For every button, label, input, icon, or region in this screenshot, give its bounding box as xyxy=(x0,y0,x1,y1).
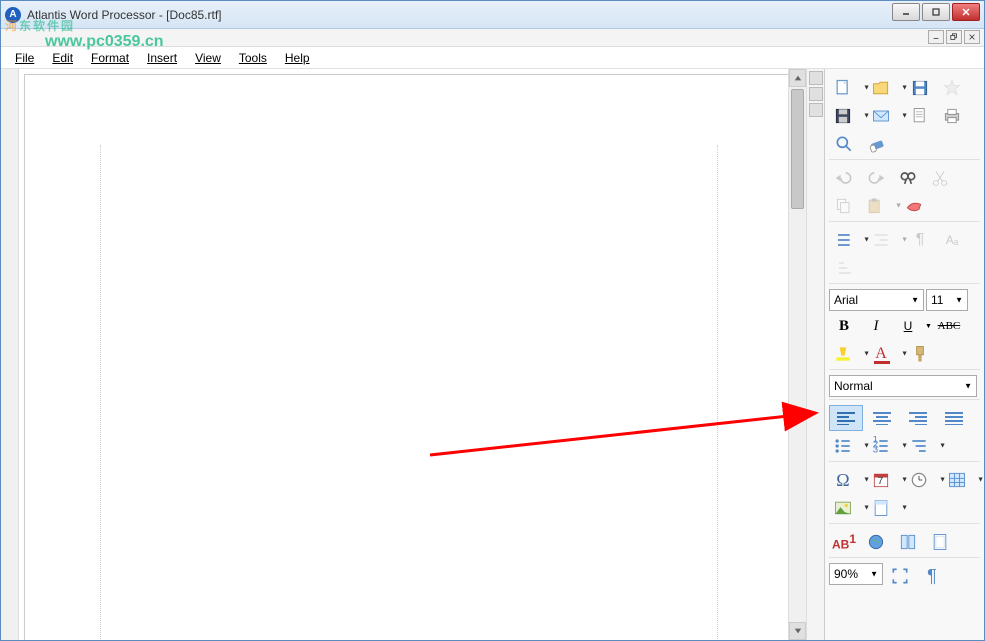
new-document-button[interactable]: ▼ xyxy=(829,75,865,101)
vertical-scrollbar[interactable] xyxy=(788,69,806,640)
superscript-button[interactable]: AB1 xyxy=(829,529,859,555)
font-color-button[interactable]: A▼ xyxy=(867,341,903,367)
zoom-row: 90%▼ ¶ xyxy=(829,561,980,591)
save-as-button[interactable]: ▼ xyxy=(829,103,865,129)
align-row: ▼ 123▼ ▼ xyxy=(829,403,980,462)
style-row: Normal▼ xyxy=(829,373,980,400)
file-row: ▼ ▼ ▼ ▼ xyxy=(829,73,980,160)
print-preview-button[interactable] xyxy=(905,103,935,129)
mdi-restore-button[interactable] xyxy=(946,30,962,44)
svg-text:7: 7 xyxy=(878,476,884,487)
font-size-combo[interactable]: 11▼ xyxy=(926,289,968,311)
zoom-tool-button[interactable] xyxy=(829,131,859,157)
content-area: ▼ ▼ ▼ ▼ ▼ ▼ ▼ xyxy=(1,69,984,640)
underline-dropdown[interactable]: ▼ xyxy=(925,323,932,330)
align-right-button[interactable] xyxy=(901,405,935,431)
page-layout-button[interactable] xyxy=(925,529,955,555)
change-case-button[interactable]: Aₐ xyxy=(937,227,967,253)
paragraph-tools-row: ▼ ▼ ¶ Aₐ xyxy=(829,225,980,284)
menu-format[interactable]: Format xyxy=(83,49,137,67)
bold-button[interactable]: B xyxy=(829,313,859,339)
insert-picture-button[interactable]: ▼ xyxy=(829,495,865,521)
maximize-button[interactable] xyxy=(922,3,950,21)
redo-button[interactable] xyxy=(861,165,891,191)
view-mode-3-icon[interactable] xyxy=(809,103,823,117)
undo-button[interactable] xyxy=(829,165,859,191)
scroll-track[interactable] xyxy=(789,87,806,622)
menu-insert[interactable]: Insert xyxy=(139,49,185,67)
show-marks-button[interactable]: ¶ xyxy=(905,227,935,253)
mdi-close-button[interactable] xyxy=(964,30,980,44)
strikethrough-button[interactable]: ABC xyxy=(934,313,964,339)
menu-bar: File Edit Format Insert View Tools Help xyxy=(1,47,984,69)
insert-time-button[interactable]: ▼ xyxy=(905,467,941,493)
document-page[interactable] xyxy=(24,74,788,640)
show-paragraph-button[interactable]: ¶ xyxy=(917,563,947,589)
scroll-up-button[interactable] xyxy=(789,69,806,87)
cut-button[interactable] xyxy=(925,165,955,191)
close-button[interactable] xyxy=(952,3,980,21)
find-button[interactable] xyxy=(893,165,923,191)
columns-button[interactable] xyxy=(893,529,923,555)
zoom-combo[interactable]: 90%▼ xyxy=(829,563,883,585)
document-area xyxy=(1,69,824,640)
minimize-button[interactable] xyxy=(892,3,920,21)
mdi-controls xyxy=(1,29,984,47)
open-document-button[interactable]: ▼ xyxy=(867,75,903,101)
window-title: Atlantis Word Processor - [Doc85.rtf] xyxy=(27,8,222,22)
font-name-combo[interactable]: Arial▼ xyxy=(829,289,924,311)
format-painter-button[interactable] xyxy=(905,341,935,367)
insert-table-button[interactable]: ▼ xyxy=(943,467,979,493)
svg-text:3: 3 xyxy=(873,445,879,456)
italic-button[interactable]: I xyxy=(861,313,891,339)
insert-symbol-button[interactable]: Ω▼ xyxy=(829,467,865,493)
menu-tools[interactable]: Tools xyxy=(231,49,275,67)
menu-help[interactable]: Help xyxy=(277,49,318,67)
scroll-down-button[interactable] xyxy=(789,622,806,640)
insert-header-button[interactable]: ▼ xyxy=(867,495,903,521)
main-window: A Atlantis Word Processor - [Doc85.rtf] … xyxy=(0,0,985,641)
font-row: Arial▼ 11▼ B I U ▼ ABC ▼ A▼ xyxy=(829,287,980,370)
align-center-button[interactable] xyxy=(865,405,899,431)
fullscreen-button[interactable] xyxy=(885,563,915,589)
underline-button[interactable]: U xyxy=(893,313,923,339)
menu-edit[interactable]: Edit xyxy=(44,49,81,67)
email-button[interactable]: ▼ xyxy=(867,103,903,129)
line-spacing-button[interactable]: ▼ xyxy=(829,227,865,253)
indent-button[interactable]: ▼ xyxy=(867,227,903,253)
side-view-icons xyxy=(806,69,824,640)
highlight-color-button[interactable]: ▼ xyxy=(829,341,865,367)
view-mode-1-icon[interactable] xyxy=(809,71,823,85)
save-button[interactable] xyxy=(905,75,935,101)
copy-button[interactable] xyxy=(829,193,859,219)
print-button[interactable] xyxy=(937,103,967,129)
tool-panel: ▼ ▼ ▼ ▼ ▼ ▼ ▼ xyxy=(824,69,984,640)
sort-button[interactable] xyxy=(829,255,859,281)
menu-view[interactable]: View xyxy=(187,49,229,67)
style-combo[interactable]: Normal▼ xyxy=(829,375,977,397)
globe-button[interactable] xyxy=(861,529,891,555)
bullet-list-button[interactable]: ▼ xyxy=(829,433,865,459)
left-gutter xyxy=(1,69,19,640)
scroll-thumb[interactable] xyxy=(791,89,804,209)
page-view[interactable] xyxy=(19,69,788,640)
eraser-button[interactable] xyxy=(861,131,891,157)
numbered-list-button[interactable]: 123▼ xyxy=(867,433,903,459)
view-mode-2-icon[interactable] xyxy=(809,87,823,101)
menu-file[interactable]: File xyxy=(7,49,42,67)
app-icon: A xyxy=(5,7,21,23)
window-controls xyxy=(892,3,980,21)
delete-button[interactable] xyxy=(899,193,929,219)
mdi-minimize-button[interactable] xyxy=(928,30,944,44)
favorite-button[interactable] xyxy=(937,75,967,101)
insert-date-button[interactable]: 7▼ xyxy=(867,467,903,493)
insert-row: Ω▼ 7▼ ▼ ▼ ▼ ▼ xyxy=(829,465,980,524)
paste-button[interactable]: ▼ xyxy=(861,193,897,219)
edit-row: ▼ xyxy=(829,163,980,222)
multilevel-list-button[interactable]: ▼ xyxy=(905,433,941,459)
align-justify-button[interactable] xyxy=(937,405,971,431)
misc-row: AB1 xyxy=(829,527,980,558)
title-bar[interactable]: A Atlantis Word Processor - [Doc85.rtf] xyxy=(1,1,984,29)
align-left-button[interactable] xyxy=(829,405,863,431)
